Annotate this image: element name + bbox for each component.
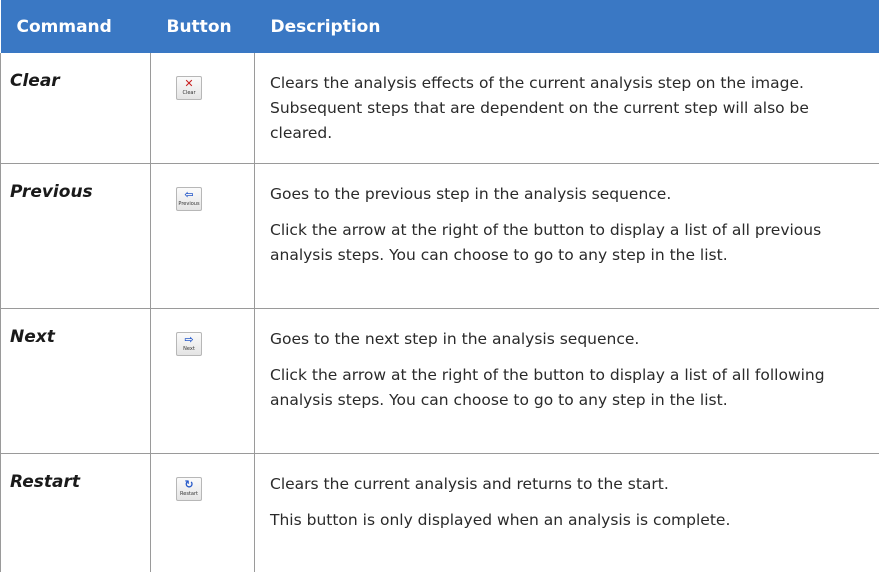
command-name: Clear: [10, 71, 60, 91]
description-paragraph: Goes to the previous step in the analysi…: [270, 184, 672, 203]
button-label: Clear: [182, 90, 196, 96]
button-label: Restart: [180, 490, 198, 497]
button-label: Next: [183, 345, 195, 352]
command-name: Restart: [10, 471, 81, 492]
table-header-row: Command Button Description: [0, 0, 879, 53]
description: Clears the current analysis and returns …: [255, 454, 879, 543]
description: Goes to the previous step in the analysi…: [255, 164, 879, 278]
arrow-right-icon: ⇨: [184, 332, 194, 346]
description: Goes to the next step in the analysis se…: [255, 309, 879, 423]
next-button[interactable]: ⇨ Next: [176, 331, 202, 356]
header-button: Button: [150, 0, 255, 53]
table-row-clear: Clear ✕ Clear Clears the analysis effect…: [0, 53, 879, 164]
command-name: Next: [10, 326, 55, 347]
description-paragraph: Click the arrow at the right of the butt…: [270, 365, 825, 409]
table-row-next: Next ⇨ Next Goes to the next step in the…: [0, 308, 879, 454]
restart-button[interactable]: ↻ Restart: [176, 476, 202, 501]
x-icon: ✕: [184, 77, 194, 90]
description: Clears the analysis effects of the curre…: [255, 53, 879, 156]
description-paragraph: Goes to the next step in the analysis se…: [270, 329, 640, 348]
table-row-restart: Restart ↻ Restart Clears the current ana…: [0, 453, 879, 572]
button-label: Previous: [178, 200, 200, 207]
header-command: Command: [0, 0, 151, 53]
previous-button[interactable]: ⇦ Previous: [176, 186, 202, 211]
command-name: Previous: [10, 181, 93, 202]
description-paragraph: Clears the analysis effects of the curre…: [270, 74, 809, 142]
header-description: Description: [254, 0, 879, 53]
arrow-left-icon: ⇦: [184, 187, 194, 201]
description-paragraph: Click the arrow at the right of the butt…: [270, 220, 822, 264]
restart-icon: ↻: [184, 477, 194, 491]
clear-button[interactable]: ✕ Clear: [176, 76, 202, 100]
description-paragraph: This button is only displayed when an an…: [270, 510, 731, 529]
commands-table: Command Button Description Clear ✕ Clear…: [0, 0, 879, 572]
description-paragraph: Clears the current analysis and returns …: [270, 474, 669, 493]
table-row-previous: Previous ⇦ Previous Goes to the previous…: [0, 163, 879, 309]
